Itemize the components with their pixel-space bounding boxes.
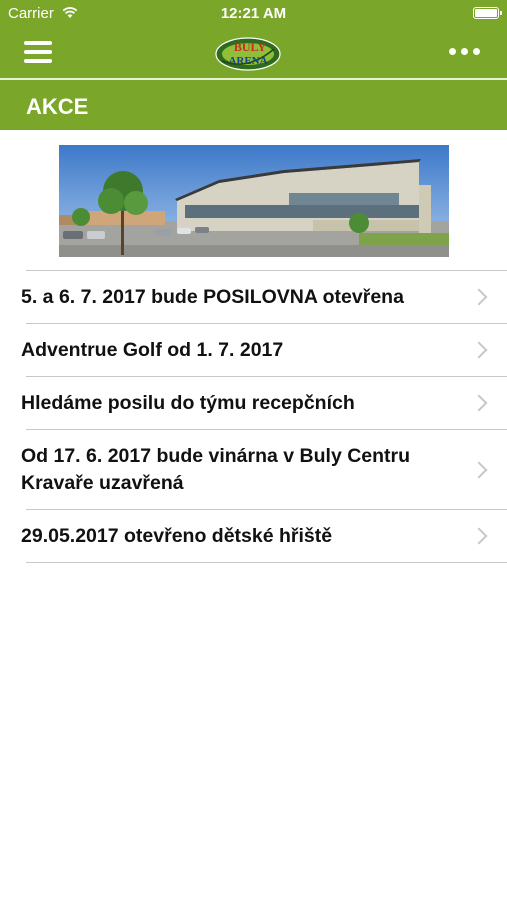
hero-image	[59, 145, 449, 257]
list-item[interactable]: Adventrue Golf od 1. 7. 2017	[21, 323, 507, 376]
hamburger-icon-bar	[24, 50, 52, 54]
more-dots-icon-dot	[449, 48, 456, 55]
more-dots-icon-dot	[461, 48, 468, 55]
list-item-label: Od 17. 6. 2017 bude vinárna v Buly Centr…	[21, 445, 411, 494]
menu-button[interactable]	[24, 41, 52, 63]
list-item-label: Hledáme posilu do týmu recepčních	[21, 392, 355, 414]
navigation-bar: BULY ARENA	[0, 28, 507, 78]
section-header: AKCE	[0, 80, 507, 130]
list-item[interactable]: 29.05.2017 otevřeno dětské hřiště	[21, 509, 507, 563]
news-list: 5. a 6. 7. 2017 bude POSILOVNA otevřena …	[0, 270, 507, 563]
status-time: 12:21 AM	[220, 5, 287, 22]
list-item[interactable]: 5. a 6. 7. 2017 bude POSILOVNA otevřena	[21, 270, 507, 323]
list-item-label: 5. a 6. 7. 2017 bude POSILOVNA otevřena	[21, 286, 404, 308]
list-item-label: Adventrue Golf od 1. 7. 2017	[21, 339, 284, 361]
list-item[interactable]: Od 17. 6. 2017 bude vinárna v Buly Centr…	[21, 429, 507, 509]
list-item[interactable]: Hledáme posilu do týmu recepčních	[21, 376, 507, 429]
logo-text-bottom: ARENA	[228, 55, 267, 67]
list-item-label: 29.05.2017 otevřeno dětské hřiště	[21, 525, 333, 547]
hamburger-icon-bar	[24, 41, 52, 45]
buly-arena-logo: BULY ARENA	[215, 37, 281, 71]
more-dots-icon-dot	[473, 48, 480, 55]
more-button[interactable]	[449, 48, 481, 56]
hamburger-icon-bar	[24, 59, 52, 63]
logo-text-top: BULY	[234, 40, 267, 54]
battery-icon	[473, 7, 502, 19]
status-bar: Carrier 12:21 AM	[0, 0, 507, 28]
section-title: AKCE	[26, 94, 89, 119]
